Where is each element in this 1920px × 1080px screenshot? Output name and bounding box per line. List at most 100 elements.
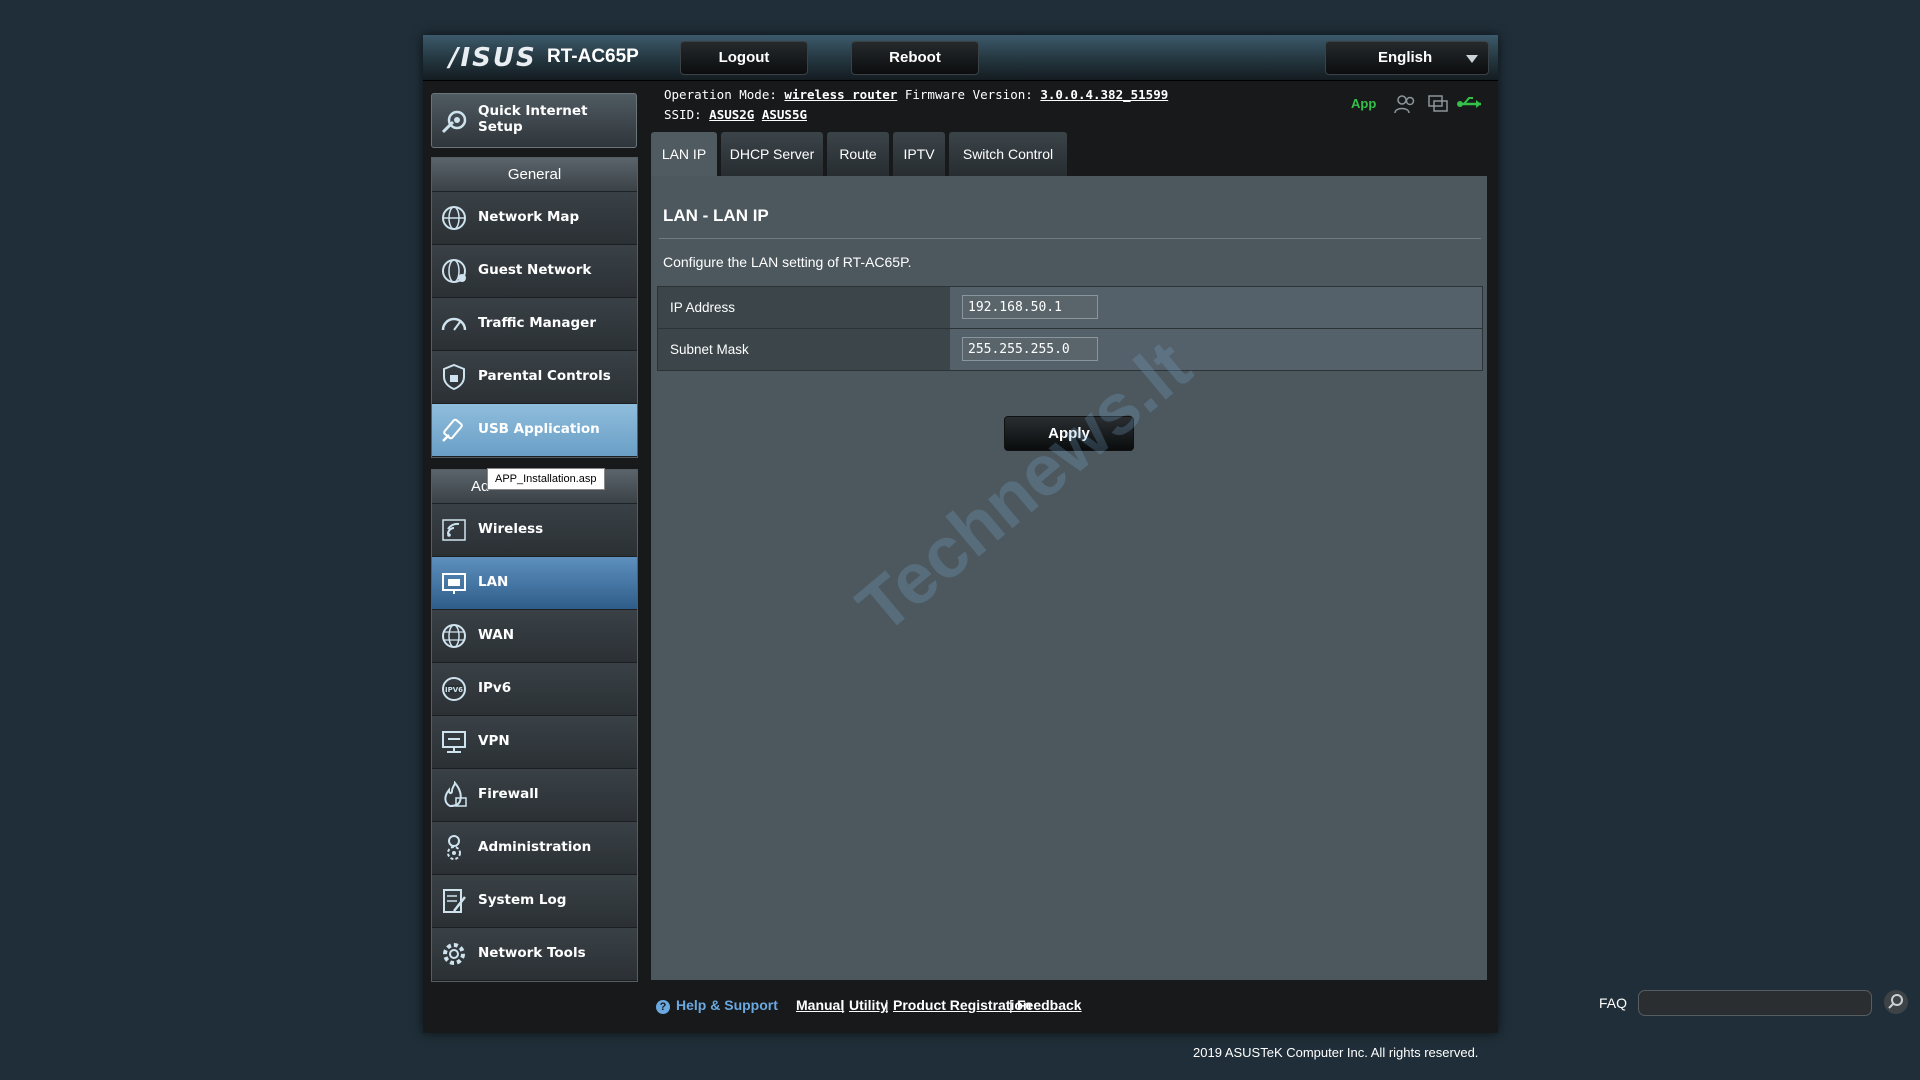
apply-button[interactable]: Apply (1004, 416, 1134, 451)
router-window: /ISUS RT-AC65P Logout Reboot English Qui… (423, 35, 1908, 1033)
sidebar-item-label: Wireless (478, 521, 544, 537)
op-mode-label: Operation Mode: (664, 87, 777, 102)
footer-separator: | (1009, 997, 1013, 1013)
sidebar-item-label: USB Application (478, 421, 600, 437)
content-panel: LAN - LAN IP Configure the LAN setting o… (651, 176, 1487, 980)
ssid-2g-link[interactable]: ASUS2G (709, 107, 754, 122)
firmware-label: Firmware Version: (904, 87, 1033, 102)
sidebar-item-traffic-manager[interactable]: Traffic Manager (432, 298, 637, 351)
watermark-logo: Technews.lt (842, 325, 1206, 649)
sidebar-item-label: System Log (478, 892, 567, 908)
utility-link[interactable]: Utility (849, 997, 888, 1013)
faq-search-input[interactable] (1638, 990, 1872, 1016)
copyright-text: 2019 ASUSTeK Computer Inc. All rights re… (1193, 1045, 1479, 1060)
sidebar-item-firewall[interactable]: Firewall (432, 769, 637, 822)
vpn-icon (442, 731, 466, 753)
operation-info: Operation Mode: wireless router Firmware… (664, 85, 1168, 125)
sidebar-item-label: Administration (478, 839, 592, 855)
sidebar-item-administration[interactable]: Administration (432, 822, 637, 875)
general-menu-header: General (432, 158, 637, 192)
sidebar-item-vpn[interactable]: VPN (432, 716, 637, 769)
admin-icon (447, 835, 461, 860)
top-bar: /ISUS RT-AC65P Logout Reboot English (423, 35, 1498, 81)
sidebar-item-ipv6[interactable]: IPV6 IPv6 (432, 663, 637, 716)
quick-internet-setup-button[interactable]: Quick Internet Setup (431, 93, 637, 148)
logout-button[interactable]: Logout (680, 41, 808, 75)
sidebar-item-label: IPv6 (478, 680, 512, 696)
wand-gear-icon (441, 110, 467, 134)
subnet-mask-label: Subnet Mask (658, 329, 950, 370)
feedback-link[interactable]: Feedback (1017, 997, 1082, 1013)
language-select[interactable]: English (1325, 41, 1489, 75)
sidebar-item-label: Traffic Manager (478, 315, 596, 331)
sidebar-item-label: Network Map (478, 209, 580, 225)
page-description: Configure the LAN setting of RT-AC65P. (663, 254, 912, 270)
model-name: RT-AC65P (547, 46, 639, 67)
footer-separator: | (885, 997, 889, 1013)
chevron-down-icon (1466, 55, 1478, 63)
sidebar-item-wan[interactable]: WAN (432, 610, 637, 663)
sidebar-item-wireless[interactable]: Wireless (432, 504, 637, 557)
ipv6-icon: IPV6 (442, 677, 466, 701)
page-title: LAN - LAN IP (663, 206, 769, 225)
general-menu: General Network Map Guest Network Traffi… (431, 157, 638, 458)
search-button[interactable] (1884, 990, 1908, 1014)
faq-label: FAQ (1599, 995, 1628, 1011)
guest-globe-icon (442, 259, 466, 283)
sidebar-item-label: VPN (478, 733, 510, 749)
subnet-mask-cell (950, 329, 1482, 370)
tab-lan-ip[interactable]: LAN IP (651, 132, 717, 176)
sidebar-item-network-map[interactable]: Network Map (432, 192, 637, 245)
sidebar-item-lan[interactable]: LAN (432, 557, 637, 610)
sidebar-item-label: WAN (478, 627, 515, 643)
url-tooltip: APP_Installation.asp (487, 468, 605, 490)
ssid-label: SSID: (664, 107, 702, 122)
title-divider (659, 238, 1481, 239)
app-link[interactable]: App (1351, 96, 1376, 111)
reboot-button[interactable]: Reboot (851, 41, 979, 75)
sidebar-item-system-log[interactable]: System Log (432, 875, 637, 928)
clients-icon[interactable] (1393, 93, 1419, 115)
tools-gear-icon (443, 943, 465, 965)
sidebar-item-network-tools[interactable]: Network Tools (432, 928, 637, 981)
sidebar-item-guest-network[interactable]: Guest Network (432, 245, 637, 298)
lan-settings-table: IP Address Subnet Mask (657, 286, 1483, 371)
fire-icon (444, 781, 467, 808)
usb-status-icon[interactable] (1456, 93, 1484, 115)
firmware-link[interactable]: 3.0.0.4.382_51599 (1040, 87, 1168, 102)
log-icon (443, 889, 466, 913)
sidebar-item-label: Guest Network (478, 262, 592, 278)
ip-address-cell (950, 287, 1482, 328)
lan-icon (442, 573, 466, 594)
tab-iptv[interactable]: IPTV (893, 132, 945, 176)
sidebar-item-label: LAN (478, 574, 509, 590)
svg-text:IPV6: IPV6 (445, 686, 463, 694)
sidebar-item-parental-controls[interactable]: Parental Controls (432, 351, 637, 404)
lock-icon (443, 363, 465, 391)
devices-icon[interactable] (1426, 93, 1450, 115)
ip-address-input[interactable] (962, 295, 1098, 319)
footer-bar: ? Help & Support Manual | Utility | Produ… (656, 990, 1908, 1022)
asus-logo: /ISUS (449, 43, 537, 73)
globe-icon (442, 206, 466, 230)
ssid-5g-link[interactable]: ASUS5G (762, 107, 807, 122)
help-icon: ? (656, 1000, 670, 1014)
tab-route[interactable]: Route (827, 132, 889, 176)
help-support-label: Help & Support (676, 997, 778, 1013)
sidebar-item-usb-application[interactable]: USB Application (432, 404, 637, 457)
tab-switch-control[interactable]: Switch Control (949, 132, 1067, 176)
help-support-link[interactable]: ? Help & Support (656, 997, 778, 1014)
sidebar-item-label: Firewall (478, 786, 539, 802)
footer-separator: | (841, 997, 845, 1013)
search-icon (1888, 994, 1903, 1009)
subnet-mask-input[interactable] (962, 337, 1098, 361)
language-value: English (1378, 49, 1433, 66)
tab-dhcp-server[interactable]: DHCP Server (721, 132, 823, 176)
ip-address-label: IP Address (658, 287, 950, 328)
gauge-icon (441, 317, 467, 331)
op-mode-link[interactable]: wireless router (784, 87, 897, 102)
wan-globe-icon (442, 624, 466, 648)
usb-icon (442, 418, 463, 442)
advanced-menu: Ad Wireless LAN WAN IPV6 IPv6 VPN Firewa… (431, 469, 638, 982)
manual-link[interactable]: Manual (796, 997, 844, 1013)
